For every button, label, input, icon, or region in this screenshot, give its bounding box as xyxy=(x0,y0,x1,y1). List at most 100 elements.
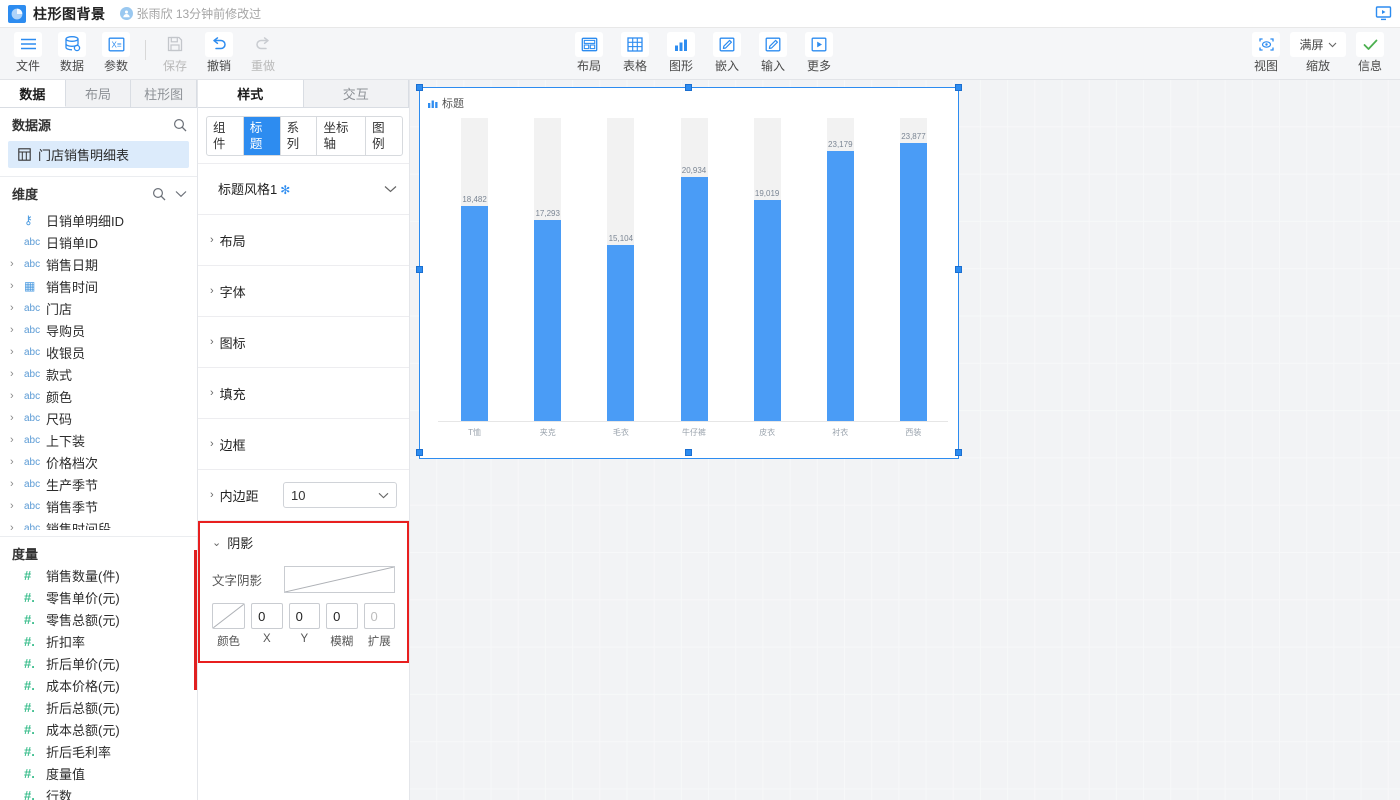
resize-handle-middle-left[interactable] xyxy=(416,266,423,273)
list-item[interactable]: ›▦销售时间 xyxy=(0,275,197,297)
toolbar-redo-button[interactable]: 重做 xyxy=(241,28,285,78)
bar-group[interactable]: 15,104 xyxy=(607,118,634,422)
list-item[interactable]: ›#.度量值 xyxy=(0,763,197,785)
bar-group[interactable]: 20,934 xyxy=(681,118,708,422)
bar-fill[interactable] xyxy=(461,206,488,422)
list-item[interactable]: ›abc销售季节 xyxy=(0,495,197,517)
search-icon[interactable] xyxy=(152,187,166,201)
expand-caret-icon[interactable]: › xyxy=(10,259,24,270)
search-icon[interactable] xyxy=(173,118,187,132)
toolbar-file-button[interactable]: 文件 xyxy=(6,28,50,78)
bar-fill[interactable] xyxy=(900,143,927,422)
resize-handle-top-center[interactable] xyxy=(685,84,692,91)
expand-caret-icon[interactable]: › xyxy=(10,413,24,424)
list-item[interactable]: ›abc颜色 xyxy=(0,385,197,407)
zoom-select-icon[interactable]: 满屏 xyxy=(1290,32,1346,57)
text-shadow-preview[interactable] xyxy=(284,566,395,593)
section-shadow-header[interactable]: ⌄ 阴影 xyxy=(212,533,395,552)
expand-caret-icon[interactable]: › xyxy=(10,303,24,314)
subtab-series[interactable]: 系列 xyxy=(281,117,318,155)
toolbar-undo-button[interactable]: 撤销 xyxy=(197,28,241,78)
resize-handle-top-right[interactable] xyxy=(955,84,962,91)
toolbar-save-button[interactable]: 保存 xyxy=(153,28,197,78)
expand-caret-icon[interactable]: › xyxy=(10,347,24,358)
padding-select[interactable]: 10 xyxy=(283,482,397,508)
expand-caret-icon[interactable]: › xyxy=(10,523,24,530)
sidebar-tab-layout[interactable]: 布局 xyxy=(66,80,132,107)
list-item[interactable]: ›#.零售总额(元) xyxy=(0,609,197,631)
bar-group[interactable]: 18,482 xyxy=(461,118,488,422)
list-item[interactable]: ›⚷日销单明细ID xyxy=(0,209,197,231)
resize-handle-middle-right[interactable] xyxy=(955,266,962,273)
list-item[interactable]: ›abc价格档次 xyxy=(0,451,197,473)
toolbar-more-button[interactable]: 更多 xyxy=(796,28,842,78)
expand-caret-icon[interactable]: › xyxy=(10,479,24,490)
list-item[interactable]: ›#.折扣率 xyxy=(0,631,197,653)
shadow-y-input[interactable]: 0 xyxy=(289,603,320,629)
bar-group[interactable]: 19,019 xyxy=(754,118,781,422)
toolbar-data-button[interactable]: 数据 xyxy=(50,28,94,78)
expand-caret-icon[interactable]: › xyxy=(10,281,24,292)
list-item[interactable]: ›abc日销单ID xyxy=(0,231,197,253)
subtab-axis[interactable]: 坐标轴 xyxy=(317,117,366,155)
list-item[interactable]: ›abc收银员 xyxy=(0,341,197,363)
list-item[interactable]: ›#.折后总额(元) xyxy=(0,697,197,719)
sidebar-tab-barchart[interactable]: 柱形图 xyxy=(131,80,197,107)
list-item[interactable]: ›#.成本价格(元) xyxy=(0,675,197,697)
bar-fill[interactable] xyxy=(681,177,708,422)
toolbar-table-button[interactable]: 表格 xyxy=(612,28,658,78)
list-item[interactable]: ›#.行数 xyxy=(0,785,197,800)
bar-group[interactable]: 17,293 xyxy=(534,118,561,422)
resize-handle-bottom-left[interactable] xyxy=(416,449,423,456)
list-item[interactable]: ›abc生产季节 xyxy=(0,473,197,495)
toolbar-graph-button[interactable]: 图形 xyxy=(658,28,704,78)
no-color-diagonal-icon[interactable] xyxy=(212,603,245,629)
toolbar-zoom-select[interactable]: 满屏 缩放 xyxy=(1288,28,1348,78)
expand-caret-icon[interactable]: › xyxy=(10,457,24,468)
subtab-title[interactable]: 标题 xyxy=(244,117,281,155)
canvas-area[interactable]: 标题 18,48217,29315,10420,93419,01923,1792… xyxy=(410,80,1400,800)
section-border[interactable]: › 边框 xyxy=(198,419,409,470)
expand-caret-icon[interactable]: › xyxy=(10,435,24,446)
list-item[interactable]: ›#.折后毛利率 xyxy=(0,741,197,763)
expand-caret-icon[interactable]: › xyxy=(10,391,24,402)
section-layout[interactable]: › 布局 xyxy=(198,215,409,266)
chart-widget[interactable]: 标题 18,48217,29315,10420,93419,01923,1792… xyxy=(419,87,959,459)
toolbar-parameter-button[interactable]: X≡ 参数 xyxy=(94,28,138,78)
subtab-legend[interactable]: 图例 xyxy=(366,117,402,155)
resize-handle-bottom-right[interactable] xyxy=(955,449,962,456)
list-item[interactable]: ›abc上下装 xyxy=(0,429,197,451)
chevron-down-icon[interactable] xyxy=(175,190,187,198)
section-padding[interactable]: › 内边距 10 xyxy=(198,470,409,521)
toolbar-input-button[interactable]: 输入 xyxy=(750,28,796,78)
list-item[interactable]: ›abc销售日期 xyxy=(0,253,197,275)
toolbar-view-button[interactable]: 视图 xyxy=(1244,28,1288,78)
bar-group[interactable]: 23,179 xyxy=(827,118,854,422)
subtab-component[interactable]: 组件 xyxy=(207,117,244,155)
tab-style[interactable]: 样式 xyxy=(198,80,304,107)
list-item[interactable]: ›abc款式 xyxy=(0,363,197,385)
present-mode-icon[interactable] xyxy=(1372,3,1394,23)
section-fill[interactable]: › 填充 xyxy=(198,368,409,419)
bar-group[interactable]: 23,877 xyxy=(900,118,927,422)
list-item[interactable]: ›#.零售单价(元) xyxy=(0,587,197,609)
datasource-item-selected[interactable]: 门店销售明细表 xyxy=(8,141,189,168)
title-style-preset-row[interactable]: 标题风格1✻ xyxy=(198,164,409,215)
bar-fill[interactable] xyxy=(534,220,561,422)
sidebar-scrollbar[interactable] xyxy=(194,550,197,690)
bar-fill[interactable] xyxy=(827,151,854,422)
list-item[interactable]: ›abc门店 xyxy=(0,297,197,319)
chevron-down-icon[interactable] xyxy=(384,185,397,193)
toolbar-embed-button[interactable]: 嵌入 xyxy=(704,28,750,78)
resize-handle-top-left[interactable] xyxy=(416,84,423,91)
toolbar-info-button[interactable]: 信息 xyxy=(1348,28,1392,78)
list-item[interactable]: ›#.折后单价(元) xyxy=(0,653,197,675)
tab-interaction[interactable]: 交互 xyxy=(304,80,410,107)
expand-caret-icon[interactable]: › xyxy=(10,369,24,380)
list-item[interactable]: ›#.成本总额(元) xyxy=(0,719,197,741)
expand-caret-icon[interactable]: › xyxy=(10,501,24,512)
sidebar-tab-data[interactable]: 数据 xyxy=(0,80,66,107)
resize-handle-bottom-center[interactable] xyxy=(685,449,692,456)
bar-fill[interactable] xyxy=(607,245,634,422)
shadow-blur-input[interactable]: 0 xyxy=(326,603,357,629)
